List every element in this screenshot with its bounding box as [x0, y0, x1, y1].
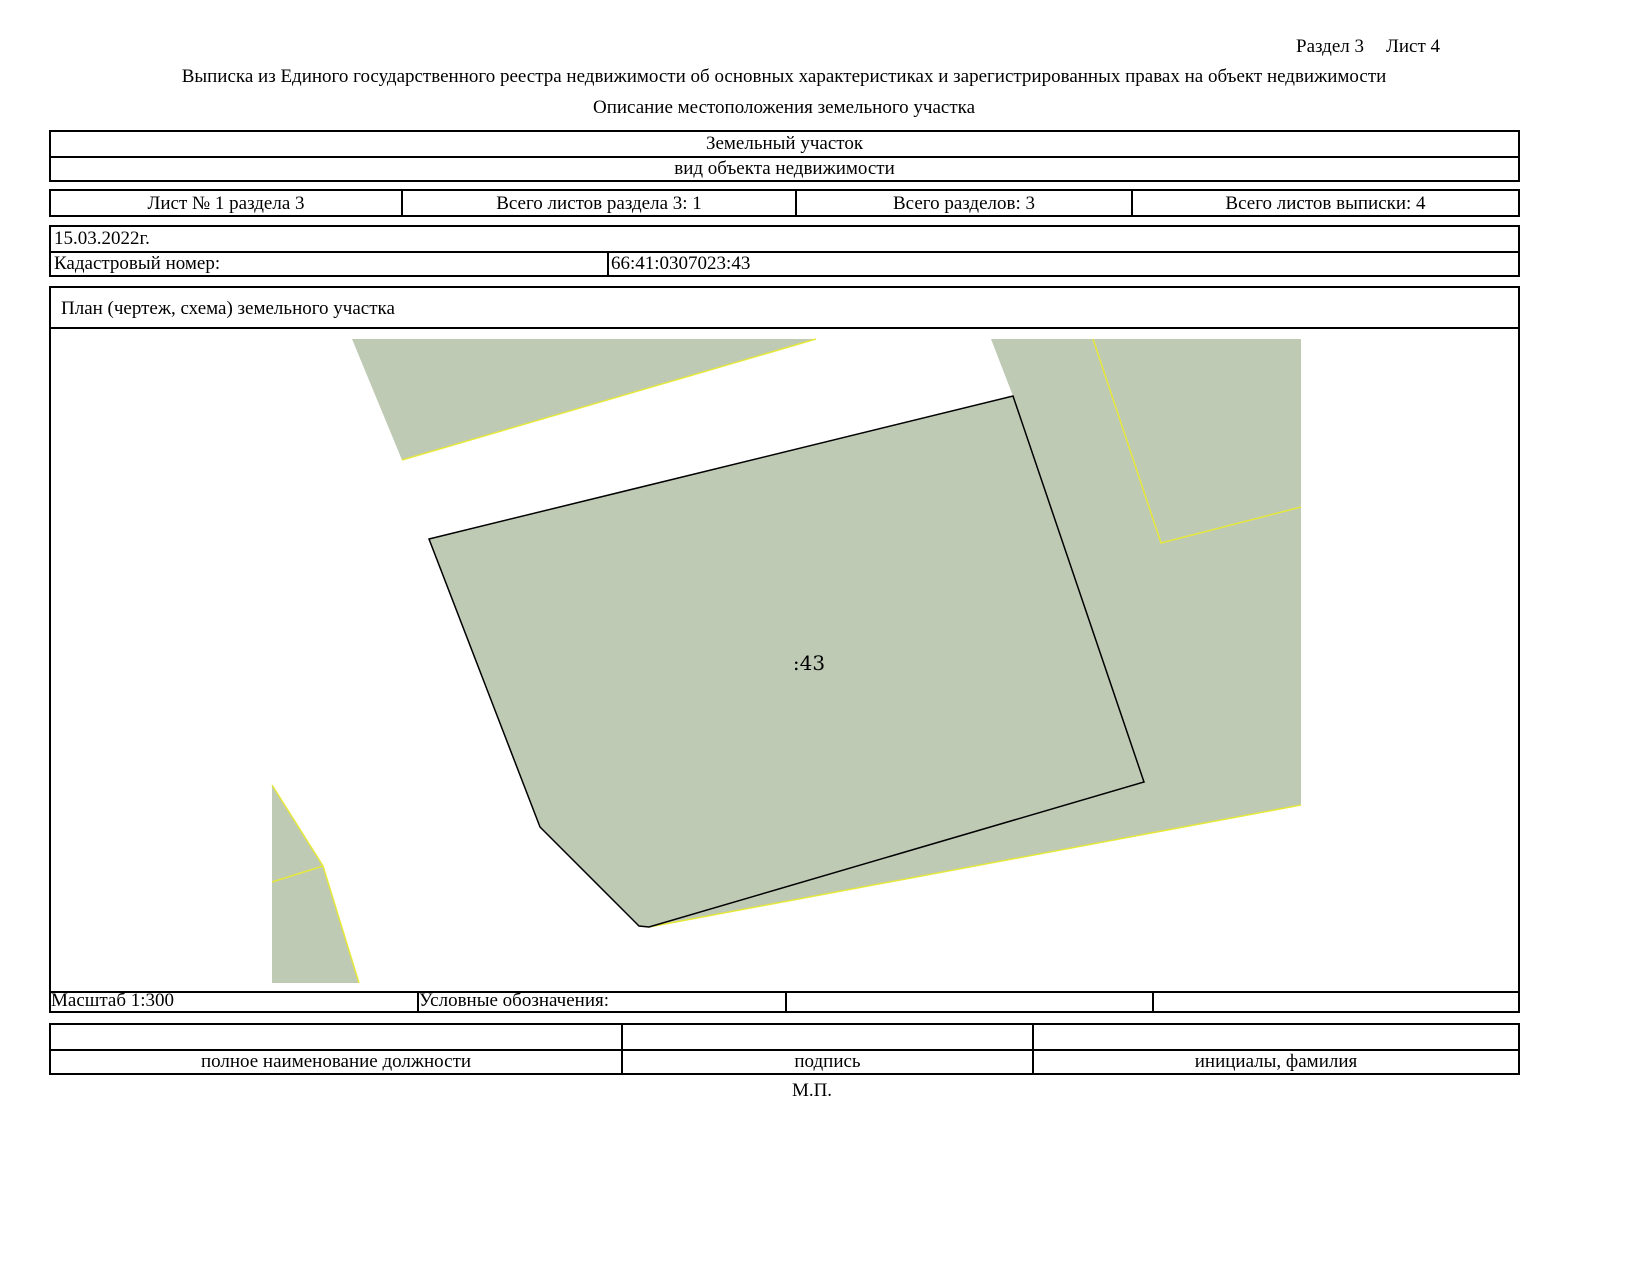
scale-cell: Масштаб 1:300 [51, 990, 175, 1011]
divider [607, 251, 609, 275]
divider [1152, 991, 1154, 1011]
neighbor-parcel-bottom-left [272, 785, 359, 983]
land-plot-drawing: :43 [271, 338, 1302, 984]
object-type-value: Земельный участок [705, 133, 864, 154]
info-table: 15.03.2022г. Кадастровый номер: 66:41:03… [49, 225, 1520, 277]
position-caption: полное наименование должности [200, 1051, 472, 1072]
object-type-table: Земельный участок вид объекта недвижимос… [49, 130, 1520, 182]
section-sheets-cell: Всего листов раздела 3: 1 [496, 193, 702, 214]
sheet-number-cell: Лист № 1 раздела 3 [147, 193, 305, 214]
legend-cell: Условные обозначения: [419, 990, 610, 1011]
signature-caption: подпись [794, 1051, 861, 1072]
cadastral-number-label: Кадастровый номер: [54, 253, 221, 274]
name-caption: инициалы, фамилия [1194, 1051, 1358, 1072]
plan-panel: План (чертеж, схема) земельного участка … [49, 286, 1520, 1013]
object-type-caption: вид объекта недвижимости [674, 158, 895, 179]
stamp-place: М.П. [791, 1080, 833, 1101]
sheet-number: Лист 4 [1386, 36, 1441, 57]
section-number: Раздел 3 [1296, 36, 1364, 57]
divider [51, 251, 1518, 253]
total-extract-sheets-cell: Всего листов выписки: 4 [1225, 193, 1426, 214]
divider [785, 991, 787, 1011]
document-subtitle: Описание местоположения земельного участ… [592, 97, 976, 118]
parcel-label: :43 [793, 651, 825, 675]
total-sections-cell: Всего разделов: 3 [892, 193, 1036, 214]
sheet-counters-row: Лист № 1 раздела 3 Всего листов раздела … [49, 189, 1520, 217]
document-title: Выписка из Единого государственного реес… [181, 66, 1387, 87]
neighbor-parcel-top [352, 339, 816, 460]
extract-date: 15.03.2022г. [54, 228, 150, 249]
signature-table: полное наименование должности подпись ин… [49, 1023, 1520, 1075]
cadastral-number-value: 66:41:0307023:43 [611, 253, 751, 274]
